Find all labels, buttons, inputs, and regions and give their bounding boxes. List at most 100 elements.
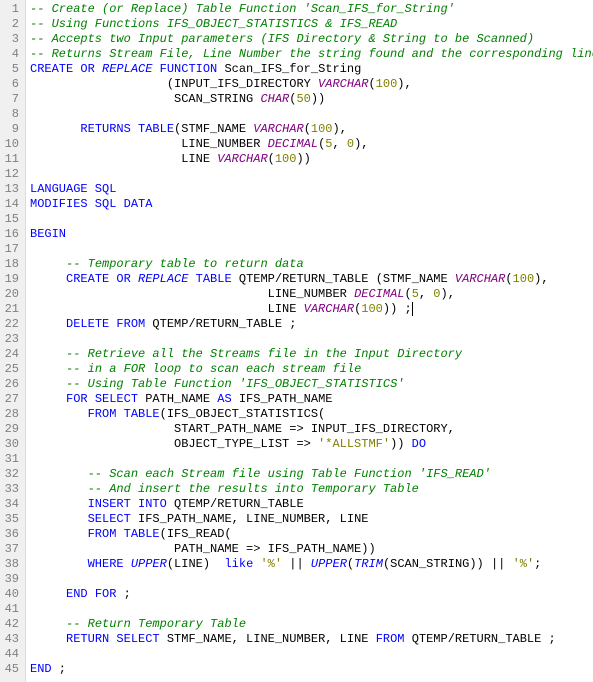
code-line[interactable]: END FOR ; xyxy=(30,587,589,602)
token-id: QTEMP/RETURN_TABLE (STMF_NAME xyxy=(232,272,455,286)
token-c: -- Create (or Replace) Table Function 'S… xyxy=(30,2,455,16)
token-id: (INPUT_IFS_DIRECTORY xyxy=(30,77,318,91)
code-line[interactable]: (INPUT_IFS_DIRECTORY VARCHAR(100), xyxy=(30,77,589,92)
line-number: 26 xyxy=(4,377,19,392)
code-line[interactable]: INSERT INTO QTEMP/RETURN_TABLE xyxy=(30,497,589,512)
token-k: FROM xyxy=(376,632,405,646)
token-id: )) xyxy=(311,92,325,106)
code-line[interactable]: WHERE UPPER(LINE) like '%' || UPPER(TRIM… xyxy=(30,557,589,572)
token-id: ), xyxy=(333,122,347,136)
token-n: 100 xyxy=(513,272,535,286)
line-number: 25 xyxy=(4,362,19,377)
token-k: BEGIN xyxy=(30,227,66,241)
code-line[interactable]: -- Retrieve all the Streams file in the … xyxy=(30,347,589,362)
code-line[interactable]: -- And insert the results into Temporary… xyxy=(30,482,589,497)
code-line[interactable] xyxy=(30,167,589,182)
line-number: 16 xyxy=(4,227,19,242)
token-n: 100 xyxy=(275,152,297,166)
code-line[interactable]: SELECT IFS_PATH_NAME, LINE_NUMBER, LINE xyxy=(30,512,589,527)
code-line[interactable]: -- Scan each Stream file using Table Fun… xyxy=(30,467,589,482)
code-area[interactable]: -- Create (or Replace) Table Function 'S… xyxy=(26,0,593,682)
token-id xyxy=(30,527,88,541)
token-t: VARCHAR xyxy=(217,152,267,166)
code-line[interactable]: FROM TABLE(IFS_READ( xyxy=(30,527,589,542)
code-line[interactable]: FOR SELECT PATH_NAME AS IFS_PATH_NAME xyxy=(30,392,589,407)
code-line[interactable]: -- in a FOR loop to scan each stream fil… xyxy=(30,362,589,377)
code-line[interactable] xyxy=(30,212,589,227)
line-number: 13 xyxy=(4,182,19,197)
token-ki: UPPER xyxy=(131,557,167,571)
code-line[interactable] xyxy=(30,242,589,257)
code-line[interactable]: LINE VARCHAR(100)) ; xyxy=(30,302,589,317)
code-line[interactable] xyxy=(30,602,589,617)
token-id: )) xyxy=(296,152,310,166)
token-id xyxy=(30,497,88,511)
line-number: 23 xyxy=(4,332,19,347)
code-line[interactable]: LINE_NUMBER DECIMAL(5, 0), xyxy=(30,137,589,152)
line-number: 38 xyxy=(4,557,19,572)
code-line[interactable]: -- Returns Stream File, Line Number the … xyxy=(30,47,589,62)
code-line[interactable]: OBJECT_TYPE_LIST => '*ALLSTMF')) DO xyxy=(30,437,589,452)
code-line[interactable]: LINE_NUMBER DECIMAL(5, 0), xyxy=(30,287,589,302)
token-c: -- Retrieve all the Streams file in the … xyxy=(66,347,462,361)
code-line[interactable]: LINE VARCHAR(100)) xyxy=(30,152,589,167)
line-number: 42 xyxy=(4,617,19,632)
token-k: SELECT xyxy=(88,512,131,526)
code-line[interactable]: -- Using Table Function 'IFS_OBJECT_STAT… xyxy=(30,377,589,392)
code-line[interactable]: MODIFIES SQL DATA xyxy=(30,197,589,212)
token-k: END xyxy=(30,662,52,676)
token-c: -- Accepts two Input parameters (IFS Dir… xyxy=(30,32,534,46)
token-k: TABLE xyxy=(188,272,231,286)
token-t: CHAR xyxy=(260,92,289,106)
code-line[interactable]: BEGIN xyxy=(30,227,589,242)
code-line[interactable] xyxy=(30,107,589,122)
line-number: 41 xyxy=(4,602,19,617)
token-id xyxy=(30,512,88,526)
code-line[interactable] xyxy=(30,332,589,347)
token-id: QTEMP/RETURN_TABLE ; xyxy=(405,632,556,646)
token-id: , xyxy=(332,137,346,151)
token-c: -- Returns Stream File, Line Number the … xyxy=(30,47,593,61)
line-number: 2 xyxy=(4,17,19,32)
line-number: 19 xyxy=(4,272,19,287)
code-line[interactable] xyxy=(30,647,589,662)
code-line[interactable]: PATH_NAME => IFS_PATH_NAME)) xyxy=(30,542,589,557)
token-n: 0 xyxy=(347,137,354,151)
token-cursor xyxy=(412,302,413,316)
line-number: 40 xyxy=(4,587,19,602)
code-line[interactable] xyxy=(30,452,589,467)
code-line[interactable]: -- Using Functions IFS_OBJECT_STATISTICS… xyxy=(30,17,589,32)
code-line[interactable]: -- Accepts two Input parameters (IFS Dir… xyxy=(30,32,589,47)
token-id: (IFS_OBJECT_STATISTICS( xyxy=(160,407,326,421)
code-line[interactable] xyxy=(30,572,589,587)
token-id xyxy=(30,632,66,646)
token-n: 100 xyxy=(376,77,398,91)
code-line[interactable]: CREATE OR REPLACE FUNCTION Scan_IFS_for_… xyxy=(30,62,589,77)
code-line[interactable]: DELETE FROM QTEMP/RETURN_TABLE ; xyxy=(30,317,589,332)
code-line[interactable]: RETURNS TABLE(STMF_NAME VARCHAR(100), xyxy=(30,122,589,137)
code-line[interactable]: SCAN_STRING CHAR(50)) xyxy=(30,92,589,107)
code-line[interactable]: FROM TABLE(IFS_OBJECT_STATISTICS( xyxy=(30,407,589,422)
code-line[interactable]: RETURN SELECT STMF_NAME, LINE_NUMBER, LI… xyxy=(30,632,589,647)
line-number: 20 xyxy=(4,287,19,302)
token-id: QTEMP/RETURN_TABLE xyxy=(167,497,304,511)
token-id xyxy=(30,467,88,481)
code-line[interactable]: -- Temporary table to return data xyxy=(30,257,589,272)
token-id: LINE_NUMBER xyxy=(30,137,268,151)
code-line[interactable]: CREATE OR REPLACE TABLE QTEMP/RETURN_TAB… xyxy=(30,272,589,287)
line-number: 12 xyxy=(4,167,19,182)
token-k: WHERE xyxy=(88,557,131,571)
line-number: 21 xyxy=(4,302,19,317)
code-line[interactable]: START_PATH_NAME => INPUT_IFS_DIRECTORY, xyxy=(30,422,589,437)
token-id xyxy=(30,317,66,331)
line-number-gutter: 1234567891011121314151617181920212223242… xyxy=(0,0,26,682)
code-line[interactable]: -- Return Temporary Table xyxy=(30,617,589,632)
code-line[interactable]: END ; xyxy=(30,662,589,677)
token-k: CREATE OR xyxy=(66,272,138,286)
line-number: 6 xyxy=(4,77,19,92)
code-line[interactable]: LANGUAGE SQL xyxy=(30,182,589,197)
token-k: FROM TABLE xyxy=(88,527,160,541)
code-line[interactable]: -- Create (or Replace) Table Function 'S… xyxy=(30,2,589,17)
code-editor[interactable]: 1234567891011121314151617181920212223242… xyxy=(0,0,593,682)
token-ki: UPPER xyxy=(311,557,347,571)
